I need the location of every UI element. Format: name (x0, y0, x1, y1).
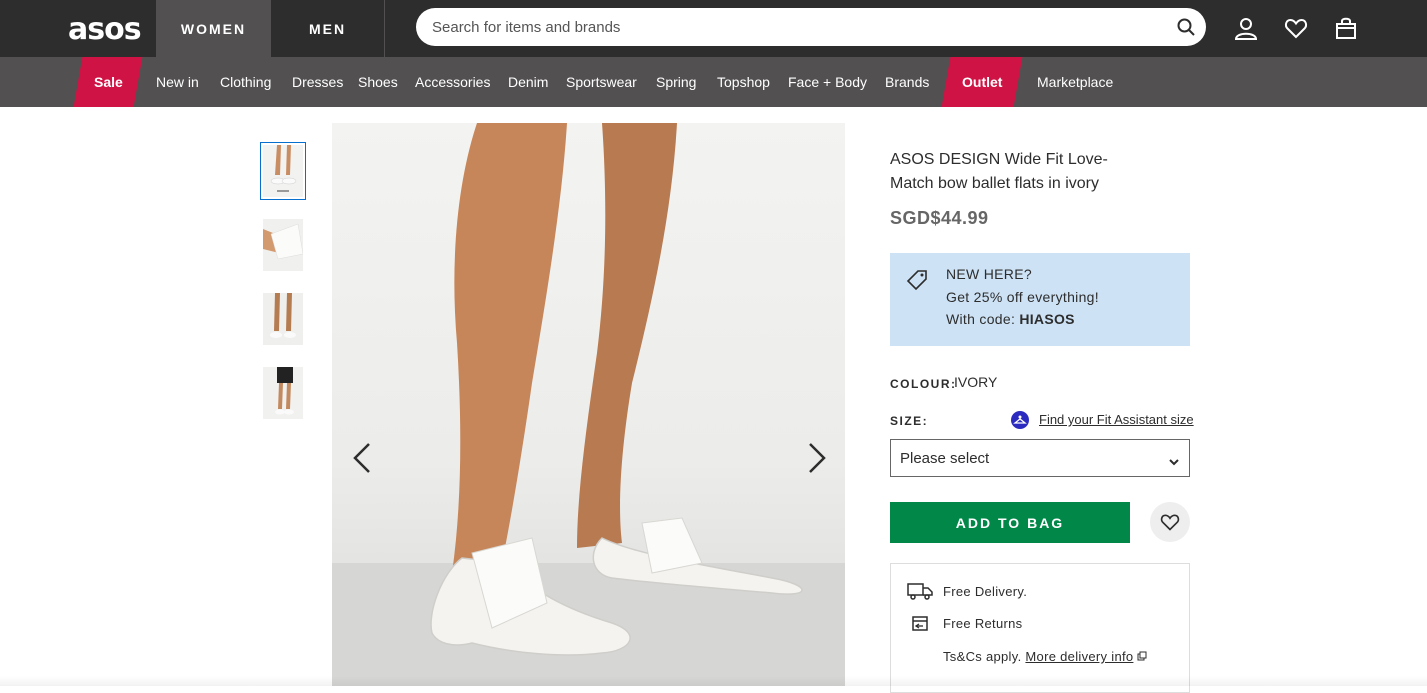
tab-men[interactable]: MEN (271, 0, 385, 57)
product-thumbnail[interactable] (263, 293, 303, 345)
new-customer-promo: NEW HERE? Get 25% off everything! With c… (890, 253, 1190, 346)
truck-icon (907, 582, 933, 605)
chevron-down-icon (1169, 453, 1179, 470)
top-header: asos WOMEN MEN (0, 0, 1427, 57)
returns-icon (911, 614, 929, 637)
nav-item-marketplace[interactable]: Marketplace (1037, 57, 1113, 107)
fit-assistant-icon (1011, 411, 1029, 429)
nav-item-denim[interactable]: Denim (508, 57, 548, 107)
nav-sale-label: Sale (93, 74, 123, 90)
tcs-text: Ts&Cs apply. (943, 649, 1026, 664)
size-select-value: Please select (900, 449, 990, 467)
nav-sale[interactable]: Sale (73, 57, 143, 107)
promo-code-prefix: With code: (946, 311, 1020, 327)
nav-outlet[interactable]: Outlet (941, 57, 1023, 107)
delivery-info-box: Free Delivery. Free Returns Ts&Cs apply.… (890, 563, 1190, 693)
category-nav: Sale New in Clothing Dresses Shoes Acces… (0, 57, 1427, 107)
price-tag-icon (906, 269, 928, 296)
search-input[interactable] (416, 8, 1206, 46)
search-bar (416, 8, 1206, 46)
nav-item-dresses[interactable]: Dresses (292, 57, 343, 107)
search-icon[interactable] (1176, 17, 1196, 42)
product-price: SGD$44.99 (890, 208, 989, 228)
promo-offer: Get 25% off everything! (946, 289, 1099, 305)
fit-assistant-link[interactable]: Find your Fit Assistant size (1039, 412, 1194, 427)
asos-logo[interactable]: asos (68, 12, 142, 47)
product-thumbnail[interactable] (263, 219, 303, 271)
nav-item-shoes[interactable]: Shoes (358, 57, 398, 107)
save-for-later-button[interactable] (1150, 502, 1190, 542)
next-image-arrow[interactable] (807, 442, 827, 479)
external-link-icon (1137, 651, 1147, 661)
product-main-image (332, 123, 845, 686)
bag-icon[interactable] (1334, 16, 1358, 45)
nav-item-new-in[interactable]: New in (156, 57, 199, 107)
promo-code: HIASOS (1019, 311, 1075, 327)
heart-icon (1160, 514, 1180, 531)
colour-label: COLOUR: (890, 377, 957, 391)
promo-code-line: With code: HIASOS (946, 311, 1075, 327)
promo-heading: NEW HERE? (946, 266, 1032, 282)
nav-outlet-label: Outlet (961, 74, 1003, 90)
add-to-bag-button[interactable]: ADD TO BAG (890, 502, 1130, 543)
more-delivery-info-link[interactable]: More delivery info (1025, 649, 1133, 664)
delivery-terms: Ts&Cs apply. More delivery info (943, 649, 1147, 664)
nav-item-clothing[interactable]: Clothing (220, 57, 271, 107)
product-thumbnail[interactable] (263, 367, 303, 419)
free-delivery-text: Free Delivery. (943, 584, 1028, 599)
nav-item-accessories[interactable]: Accessories (415, 57, 490, 107)
nav-item-face-body[interactable]: Face + Body (788, 57, 867, 107)
size-select[interactable]: Please select (890, 439, 1190, 477)
previous-image-arrow[interactable] (352, 442, 372, 479)
nav-item-sportswear[interactable]: Sportswear (566, 57, 637, 107)
account-icon[interactable] (1234, 16, 1258, 45)
nav-item-spring[interactable]: Spring (656, 57, 696, 107)
product-title: ASOS DESIGN Wide Fit Love-Match bow ball… (890, 151, 1108, 192)
tab-women[interactable]: WOMEN (156, 0, 271, 57)
colour-value: IVORY (954, 374, 998, 390)
nav-item-brands[interactable]: Brands (885, 57, 929, 107)
size-label: SIZE: (890, 414, 929, 428)
heart-icon[interactable] (1284, 16, 1308, 45)
nav-item-topshop[interactable]: Topshop (717, 57, 770, 107)
product-thumbnail[interactable] (260, 142, 306, 200)
free-returns-text: Free Returns (943, 616, 1023, 631)
